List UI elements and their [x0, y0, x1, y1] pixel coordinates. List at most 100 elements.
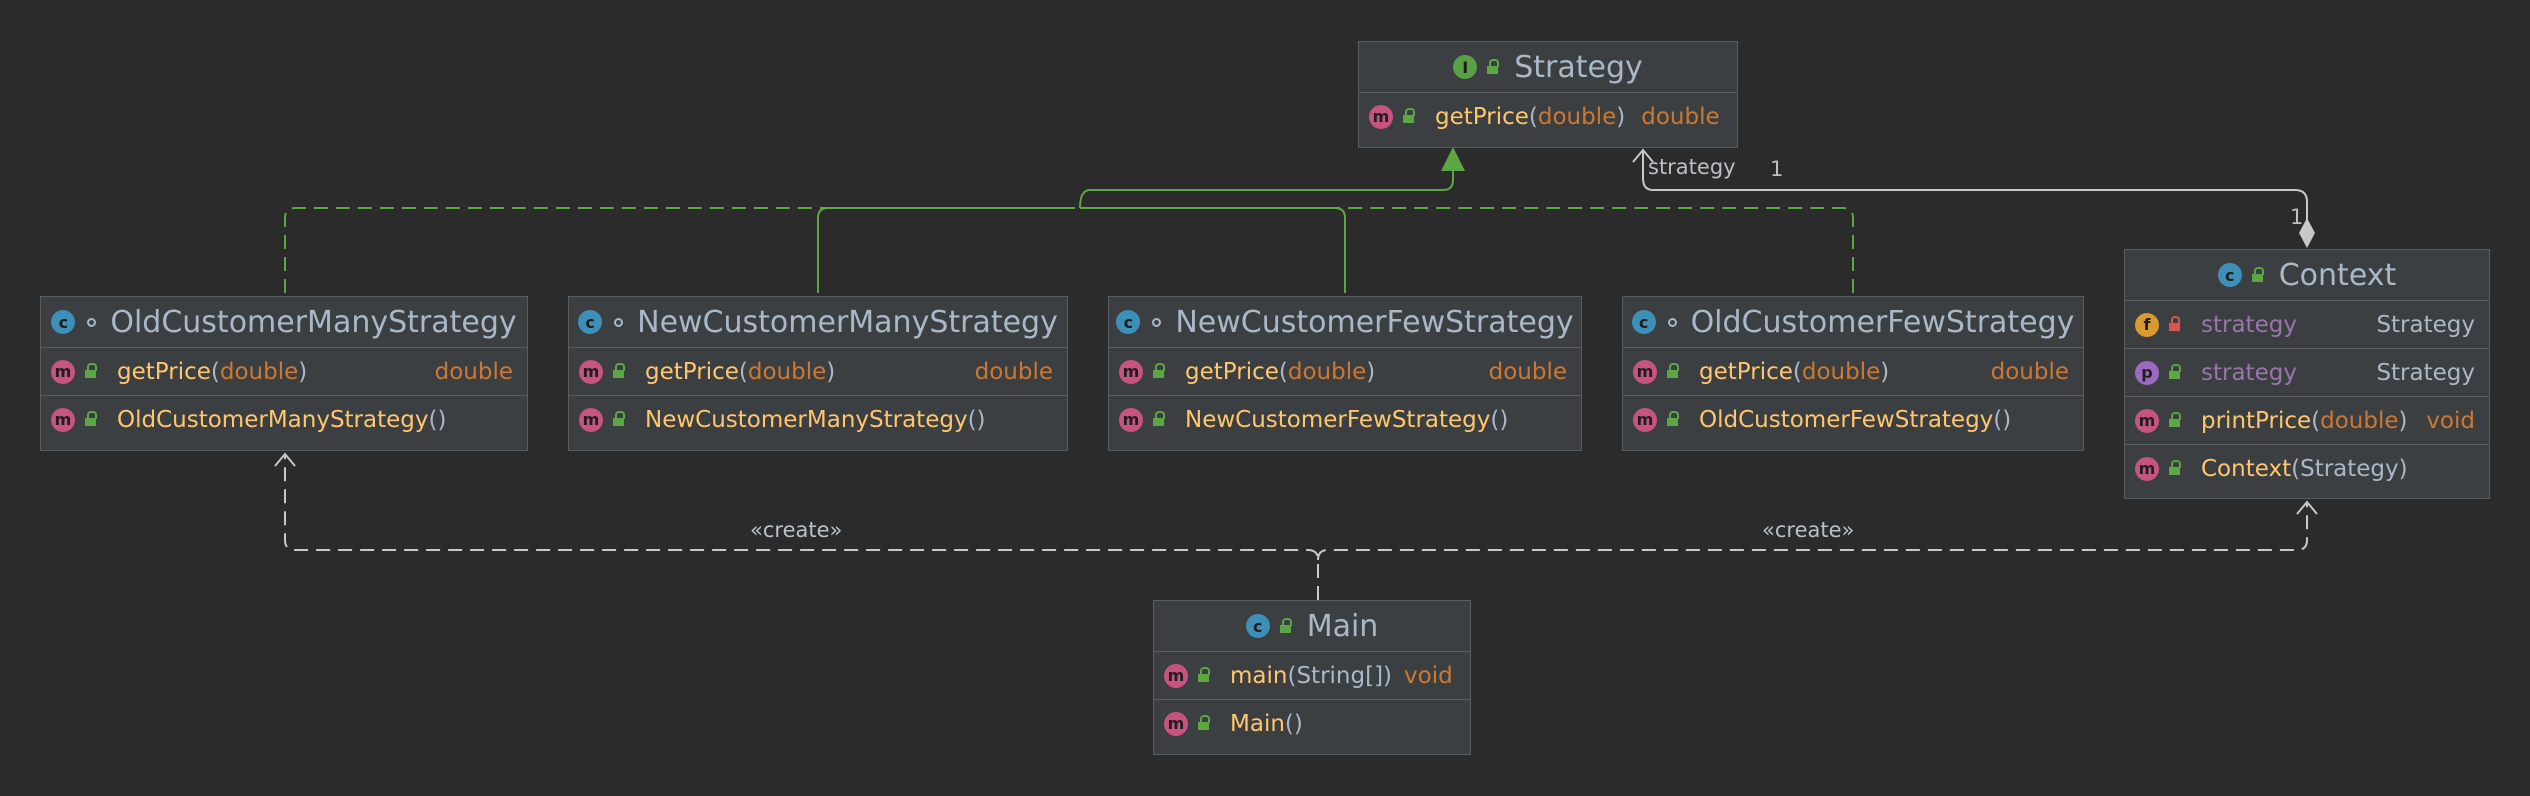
method-params: double — [747, 358, 827, 385]
public-icon — [1667, 363, 1680, 378]
strategy-interface-node[interactable]: I Strategy m getPrice(double) double — [1358, 41, 1738, 148]
method-return-type: double — [974, 358, 1053, 385]
method-icon: m — [1164, 711, 1188, 736]
constructor-name: NewCustomerManyStrategy — [645, 406, 968, 433]
new-customer-few-strategy-node[interactable]: c NewCustomerFewStrategy m getPrice(doub… — [1108, 296, 1582, 451]
public-icon — [1279, 617, 1293, 633]
public-icon — [1153, 411, 1166, 426]
method-row[interactable]: m main(String[]) void — [1154, 652, 1470, 700]
public-icon — [613, 363, 626, 378]
association-role-label: strategy — [1648, 155, 1736, 179]
field-row[interactable]: f strategy Strategy — [2125, 301, 2489, 349]
constructor-row[interactable]: m NewCustomerFewStrategy() — [1109, 396, 1581, 443]
public-icon — [85, 363, 98, 378]
old-customer-few-strategy-node[interactable]: c OldCustomerFewStrategy m getPrice(doub… — [1622, 296, 2084, 451]
constructor-name: OldCustomerManyStrategy — [117, 406, 429, 433]
context-class-node[interactable]: c Context f strategy Strategy p strategy… — [2124, 249, 2490, 499]
constructor-row[interactable]: m Context(Strategy) — [2125, 445, 2489, 492]
method-name: printPrice — [2201, 407, 2312, 434]
public-icon — [1403, 108, 1416, 123]
public-icon — [613, 411, 626, 426]
property-icon: p — [2135, 360, 2159, 385]
create-label-left: «create» — [750, 518, 843, 542]
runnable-class-icon: c — [1245, 614, 1270, 638]
realization-edge-new-few — [1080, 207, 1346, 293]
node-title: Main — [1306, 608, 1379, 644]
node-title: Strategy — [1514, 49, 1643, 85]
method-name: main — [1230, 662, 1288, 689]
new-customer-many-strategy-node[interactable]: c NewCustomerManyStrategy m getPrice(dou… — [568, 296, 1068, 451]
public-icon — [2251, 266, 2265, 282]
method-icon: m — [1119, 359, 1143, 384]
constructor-row[interactable]: m Main() — [1154, 700, 1470, 747]
public-icon — [1198, 715, 1211, 730]
method-return-type: void — [2426, 407, 2475, 434]
class-icon: c — [1116, 310, 1141, 334]
method-row[interactable]: m getPrice(double) double — [569, 348, 1067, 396]
public-icon — [85, 411, 98, 426]
package-private-icon — [1152, 317, 1162, 327]
method-row[interactable]: m getPrice(double) double — [41, 348, 527, 396]
create-label-right: «create» — [1762, 518, 1855, 542]
method-params: double — [1537, 103, 1617, 130]
public-icon — [1153, 363, 1166, 378]
method-name: getPrice — [117, 358, 211, 385]
class-icon: c — [1631, 310, 1656, 334]
node-title: Context — [2278, 257, 2397, 293]
method-params: double — [1287, 358, 1367, 385]
property-type: Strategy — [2376, 359, 2475, 386]
method-row[interactable]: m getPrice(double) double — [1623, 348, 2083, 396]
method-icon: m — [1633, 359, 1657, 384]
class-icon: c — [51, 310, 76, 334]
realization-arrowhead — [1441, 147, 1465, 171]
association-multiplicity-target: 1 — [1770, 157, 1784, 181]
constructor-name: NewCustomerFewStrategy — [1185, 406, 1491, 433]
realization-edge-old-many — [284, 207, 1075, 293]
create-arrowhead-right — [2296, 500, 2318, 515]
method-icon: m — [1369, 104, 1393, 129]
package-private-icon — [87, 317, 97, 327]
method-icon: m — [1633, 407, 1657, 432]
method-icon: m — [1119, 407, 1143, 432]
property-name: strategy — [2201, 359, 2297, 386]
node-title: OldCustomerManyStrategy — [110, 304, 517, 340]
public-icon — [1198, 667, 1211, 682]
class-icon: c — [578, 310, 603, 334]
public-icon — [1487, 58, 1500, 74]
constructor-name: OldCustomerFewStrategy — [1699, 406, 1994, 433]
public-icon — [2169, 460, 2182, 475]
method-row[interactable]: m printPrice(double) void — [2125, 397, 2489, 445]
method-params: double — [219, 358, 299, 385]
method-row[interactable]: m getPrice(double) double — [1359, 93, 1737, 140]
method-icon: m — [51, 359, 75, 384]
method-icon: m — [579, 407, 603, 432]
property-row[interactable]: p strategy Strategy — [2125, 349, 2489, 397]
public-icon — [2169, 364, 2182, 379]
main-class-node[interactable]: c Main m main(String[]) void m Main() — [1153, 600, 1471, 755]
method-icon: m — [2135, 408, 2159, 433]
method-return-type: double — [1488, 358, 1567, 385]
method-icon: m — [2135, 456, 2159, 481]
public-icon — [2169, 412, 2182, 427]
constructor-row[interactable]: m OldCustomerManyStrategy() — [41, 396, 527, 443]
method-icon: m — [579, 359, 603, 384]
constructor-row[interactable]: m NewCustomerManyStrategy() — [569, 396, 1067, 443]
node-title: NewCustomerManyStrategy — [637, 304, 1058, 340]
method-row[interactable]: m getPrice(double) double — [1109, 348, 1581, 396]
constructor-name: Main — [1230, 710, 1285, 737]
realization-trunk — [1079, 156, 1454, 209]
old-customer-many-strategy-node[interactable]: c OldCustomerManyStrategy m getPrice(dou… — [40, 296, 528, 451]
method-name: getPrice — [1185, 358, 1279, 385]
interface-icon: I — [1453, 55, 1478, 79]
realization-edge-old-few — [1080, 207, 1854, 293]
private-icon — [2169, 316, 2182, 331]
method-return-type: double — [1990, 358, 2069, 385]
method-return-type: void — [1404, 662, 1453, 689]
create-edges — [284, 456, 2308, 600]
method-name: getPrice — [1435, 103, 1529, 130]
method-params: String[] — [1296, 662, 1384, 689]
class-icon: c — [2217, 263, 2242, 287]
package-private-icon — [614, 317, 624, 327]
constructor-row[interactable]: m OldCustomerFewStrategy() — [1623, 396, 2083, 443]
field-icon: f — [2135, 312, 2159, 337]
